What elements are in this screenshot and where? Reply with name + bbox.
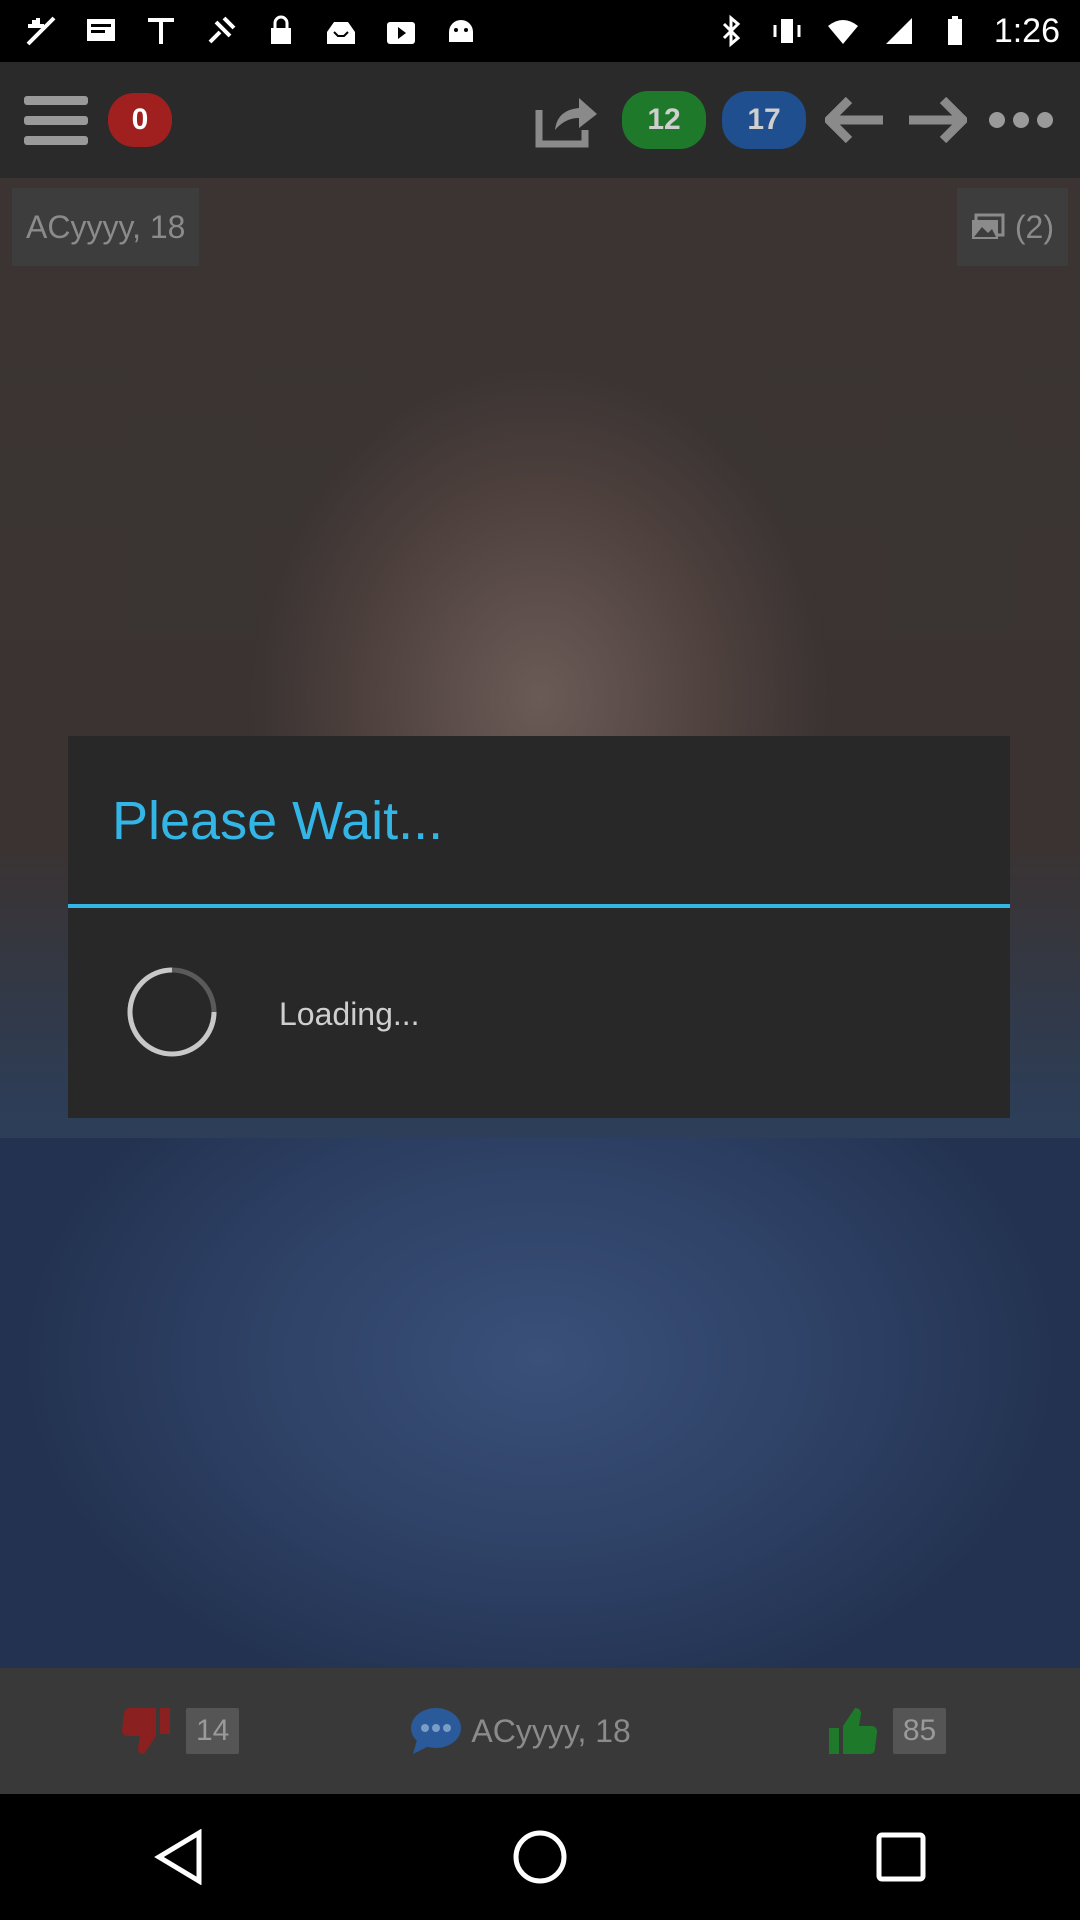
loading-dialog: Please Wait... Loading... (68, 736, 1010, 1118)
gallery-icon (971, 213, 1005, 239)
nav-recents-button[interactable] (875, 1831, 927, 1883)
menu-button[interactable] (22, 86, 90, 154)
nav-back-button[interactable] (153, 1829, 205, 1885)
arrow-right-icon (909, 96, 967, 144)
vibrate-icon (770, 14, 804, 48)
back-button[interactable] (822, 87, 888, 153)
chat-name: ACyyyy, 18 (471, 1712, 631, 1749)
dialog-divider (68, 904, 1010, 908)
circle-home-icon (513, 1830, 567, 1884)
dislike-button[interactable] (120, 1706, 172, 1756)
signal-icon (882, 14, 916, 48)
status-bar: 1:26 (0, 0, 1080, 62)
bluetooth-icon (714, 14, 748, 48)
hamburger-icon (24, 96, 88, 145)
green-count-badge[interactable]: 12 (622, 91, 706, 149)
android-icon (444, 14, 478, 48)
thumbs-up-icon (828, 1708, 877, 1754)
clock: 1:26 (993, 11, 1060, 50)
nav-app-icon (24, 14, 58, 48)
blue-count-badge[interactable]: 17 (722, 91, 806, 149)
bottom-action-bar: 14 ACyyyy, 18 85 (0, 1668, 1080, 1794)
triangle-back-icon (154, 1829, 202, 1885)
wifi-icon (826, 14, 860, 48)
more-dots-icon (989, 112, 1053, 128)
satellite-icon (144, 14, 178, 48)
square-recents-icon (876, 1832, 926, 1882)
photo-count: (2) (1014, 208, 1054, 245)
photo-lower (0, 1138, 1080, 1668)
photo-gallery-button[interactable]: (2) (956, 188, 1068, 266)
arrow-left-icon (825, 96, 883, 144)
nav-home-button[interactable] (512, 1829, 568, 1885)
loading-message: Loading... (279, 996, 420, 1032)
fake-gps-icon (204, 14, 238, 48)
forward-button[interactable] (904, 87, 970, 153)
chat-bubble-icon (411, 1708, 462, 1754)
profile-name-tag: ACyyyy, 18 (12, 188, 200, 266)
lock-icon (264, 14, 298, 48)
chat-group[interactable]: ACyyyy, 18 (409, 1706, 631, 1756)
dialog-title: Please Wait... (112, 791, 444, 851)
more-options-button[interactable] (986, 87, 1056, 153)
like-count: 85 (892, 1708, 947, 1754)
play-store-icon (384, 14, 418, 48)
dislike-count: 14 (186, 1708, 240, 1754)
thumbs-down-icon (122, 1708, 170, 1754)
share-icon (535, 98, 597, 148)
dislike-group: 14 (120, 1706, 240, 1756)
loading-spinner-icon (127, 967, 217, 1057)
share-button[interactable] (532, 85, 602, 155)
top-toolbar: 0 12 17 (0, 62, 1080, 178)
system-nav-bar (0, 1794, 1080, 1920)
like-group: 85 (827, 1706, 947, 1756)
like-button[interactable] (827, 1706, 879, 1756)
notification-badge[interactable]: 0 (108, 93, 172, 147)
screenshot-icon (84, 14, 118, 48)
inbox-icon (324, 14, 358, 48)
battery-icon (938, 14, 972, 48)
